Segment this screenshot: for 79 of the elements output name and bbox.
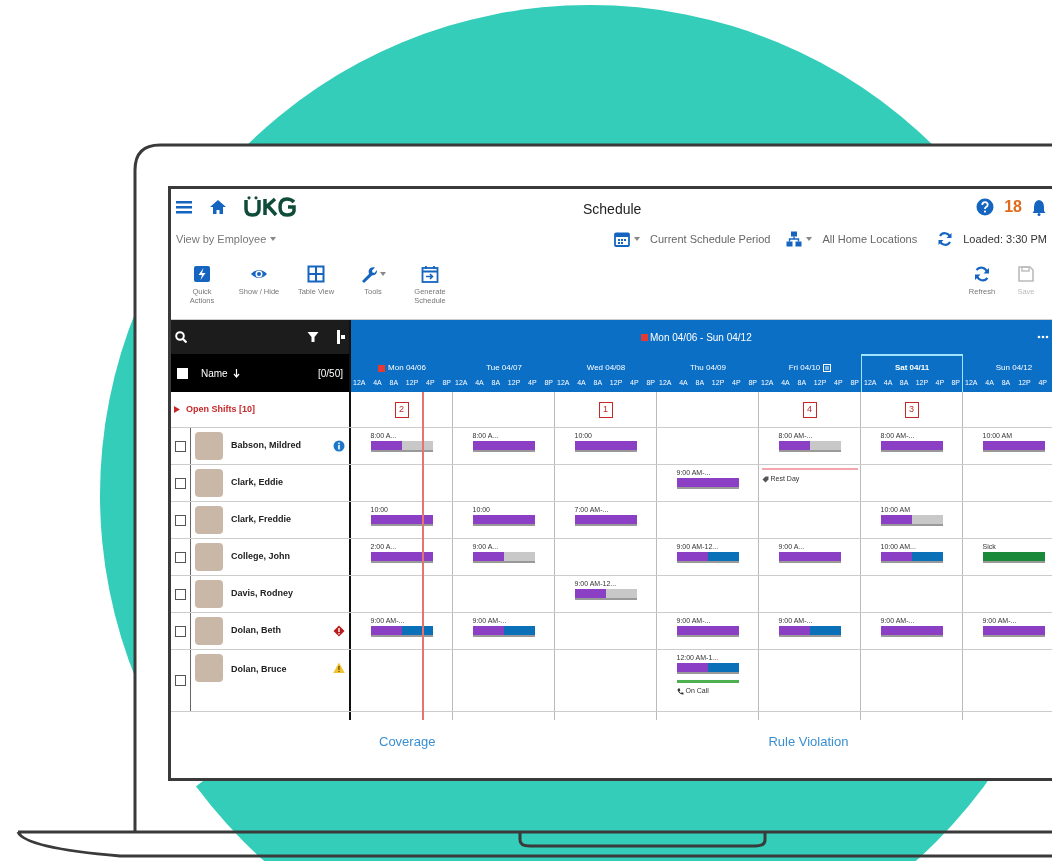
calendar-icon: [613, 231, 630, 247]
loaded-time: Loaded: 3:30 PM: [963, 231, 1047, 247]
table-icon: [307, 265, 325, 283]
shift-bar[interactable]: [676, 552, 739, 563]
home-icon[interactable]: [209, 199, 227, 215]
shift-bar[interactable]: [880, 552, 943, 563]
shift-bar[interactable]: [370, 441, 433, 452]
row-checkbox[interactable]: [175, 440, 186, 452]
column-toggle-icon[interactable]: [337, 330, 345, 344]
employee-name[interactable]: Dolan, Beth: [231, 624, 281, 638]
employee-name[interactable]: Clark, Eddie: [231, 476, 284, 490]
on-call-bar: [676, 680, 739, 683]
help-icon[interactable]: [976, 198, 995, 216]
open-shift-count[interactable]: 1: [598, 401, 613, 418]
calendar-marker-icon: [641, 334, 648, 341]
row-checkbox[interactable]: [175, 588, 186, 600]
photo-placeholder: [195, 469, 223, 497]
shift-bar[interactable]: [778, 441, 841, 452]
name-sort-header[interactable]: Name: [201, 365, 228, 381]
today-marker-icon: [378, 364, 386, 372]
shift-bar[interactable]: [574, 589, 637, 600]
view-dropdown[interactable]: View by Employee: [176, 230, 277, 248]
info-icon: [333, 440, 345, 452]
caret-icon: [633, 237, 640, 241]
photo-placeholder: [195, 580, 223, 608]
employee-name[interactable]: Babson, Mildred: [231, 439, 301, 453]
employee-name[interactable]: Clark, Freddie: [231, 513, 292, 527]
employee-name[interactable]: College, John: [231, 550, 290, 564]
shift-bar[interactable]: [472, 552, 535, 563]
row-checkbox[interactable]: [175, 675, 186, 686]
notification-count: 18: [1004, 197, 1022, 217]
phone-icon: [676, 687, 684, 695]
open-shift-count[interactable]: 4: [802, 401, 817, 418]
refresh-icon: [973, 265, 991, 283]
note-icon: [823, 364, 832, 372]
photo-placeholder: [195, 617, 223, 645]
photo-placeholder: [195, 654, 223, 682]
selection-count: [0/50]: [317, 366, 343, 381]
caret-icon: [270, 237, 277, 241]
row-checkbox[interactable]: [175, 477, 186, 489]
date-range: Mon 04/06 - Sun 04/12: [650, 331, 752, 345]
period-dropdown[interactable]: Current Schedule Period: [613, 230, 771, 248]
filter-icon[interactable]: [307, 331, 319, 343]
shift-bar[interactable]: [880, 515, 943, 526]
caret-icon: [380, 272, 386, 276]
shift-bar[interactable]: [778, 626, 841, 637]
menu-icon[interactable]: [175, 199, 193, 215]
error-diamond-icon: [333, 625, 345, 637]
row-checkbox[interactable]: [175, 514, 186, 526]
caption-label: Rule Violation: [768, 733, 849, 751]
row-checkbox[interactable]: [175, 551, 186, 563]
hierarchy-icon: [786, 231, 803, 247]
shift-bar[interactable]: [472, 626, 535, 637]
more-icon[interactable]: [1037, 335, 1049, 339]
sort-down-arrow-icon: [232, 368, 240, 378]
wrench-icon: [360, 265, 378, 283]
tag-icon: [761, 475, 769, 483]
photo-placeholder: [195, 506, 223, 534]
refresh-icon[interactable]: [937, 231, 954, 247]
open-shift-count[interactable]: 3: [904, 401, 919, 418]
row-checkbox[interactable]: [175, 625, 186, 637]
page-title: Schedule: [583, 200, 642, 219]
warning-icon: [333, 662, 345, 674]
bell-icon[interactable]: [1032, 198, 1046, 216]
select-all-checkbox[interactable]: [177, 367, 188, 379]
shift-bar[interactable]: [676, 663, 739, 674]
lightning-icon: [193, 265, 211, 283]
employee-name[interactable]: Dolan, Bruce: [231, 663, 287, 677]
photo-placeholder: [195, 543, 223, 571]
employee-name[interactable]: Davis, Rodney: [231, 587, 294, 601]
caret-icon: [806, 237, 813, 241]
caption-label: Coverage: [379, 733, 436, 751]
caret-right-icon: [174, 406, 180, 413]
locations-dropdown[interactable]: All Home Locations: [786, 230, 918, 248]
open-shifts-toggle[interactable]: Open Shifts [10]: [171, 392, 351, 427]
shift-bar[interactable]: [370, 626, 433, 637]
open-shift-count[interactable]: 2: [394, 401, 409, 418]
search-icon[interactable]: [175, 331, 187, 343]
photo-placeholder: [195, 432, 223, 460]
